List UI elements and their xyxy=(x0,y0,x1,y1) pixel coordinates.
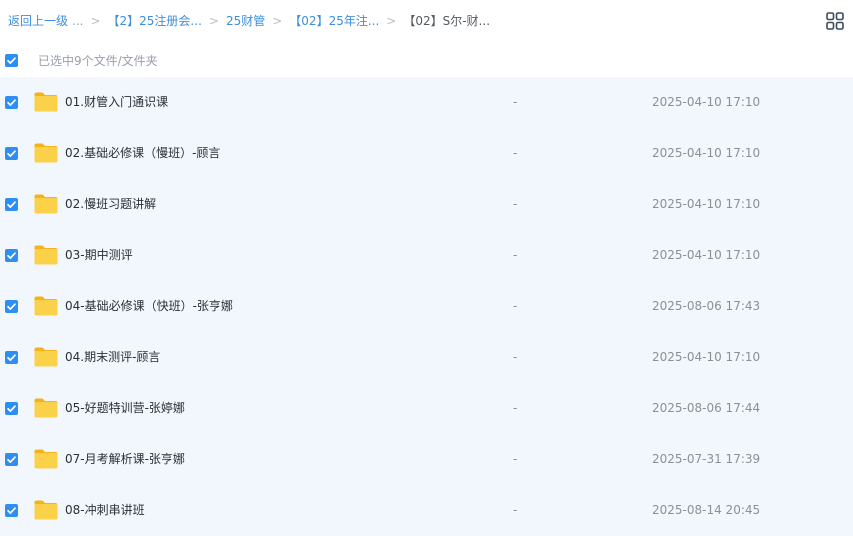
folder-icon xyxy=(34,92,58,112)
folder-icon xyxy=(34,500,58,520)
breadcrumb-current: 【02】S尔-财... xyxy=(403,14,491,28)
row-checkbox[interactable] xyxy=(5,453,18,466)
file-date: 2025-08-06 17:44 xyxy=(652,401,761,415)
row-checkbox[interactable] xyxy=(5,249,18,262)
file-name[interactable]: 04-基础必修课（快班）-张亨娜 xyxy=(65,297,233,315)
breadcrumb: 返回上一级 ... > 【2】25注册会... > 25财管 > 【02】25年… xyxy=(8,12,490,30)
breadcrumb-item-3[interactable]: 【02】25年注... xyxy=(289,12,379,30)
breadcrumb-ellipsis[interactable]: ... xyxy=(72,12,83,30)
grid-view-icon[interactable] xyxy=(826,12,844,30)
file-row[interactable]: 07-月考解析课-张亨娜 - 2025-07-31 17:39 xyxy=(0,434,853,485)
file-row[interactable]: 02.慢班习题讲解 - 2025-04-10 17:10 xyxy=(0,179,853,230)
file-size: - xyxy=(513,146,518,160)
chevron-right-icon: > xyxy=(208,14,219,28)
file-date: 2025-04-10 17:10 xyxy=(652,197,761,211)
folder-icon xyxy=(34,398,58,418)
check-icon xyxy=(7,201,16,208)
file-size: - xyxy=(513,95,518,109)
check-icon xyxy=(7,252,16,259)
row-checkbox[interactable] xyxy=(5,402,18,415)
file-size: - xyxy=(513,452,518,466)
file-row[interactable]: 02.基础必修课（慢班）-顾言 - 2025-04-10 17:10 xyxy=(0,128,853,179)
breadcrumb-item-1[interactable]: 【2】25注册会... xyxy=(108,12,202,30)
chevron-right-icon: > xyxy=(386,14,397,28)
file-date: 2025-04-10 17:10 xyxy=(652,146,761,160)
file-date: 2025-07-31 17:39 xyxy=(652,452,761,466)
select-all-checkbox[interactable] xyxy=(5,54,18,67)
file-size: - xyxy=(513,401,518,415)
row-checkbox[interactable] xyxy=(5,147,18,160)
file-date: 2025-04-10 17:10 xyxy=(652,350,761,364)
folder-icon xyxy=(34,194,58,214)
check-icon xyxy=(7,456,16,463)
chevron-right-icon: > xyxy=(90,14,101,28)
check-icon xyxy=(7,303,16,310)
check-icon xyxy=(7,57,16,64)
file-row[interactable]: 01.财管入门通识课 - 2025-04-10 17:10 xyxy=(0,77,853,128)
file-row[interactable]: 04-基础必修课（快班）-张亨娜 - 2025-08-06 17:43 xyxy=(0,281,853,332)
file-size: - xyxy=(513,503,518,517)
file-date: 2025-08-14 20:45 xyxy=(652,503,761,517)
file-name[interactable]: 02.慢班习题讲解 xyxy=(65,195,156,213)
top-bar: 返回上一级 ... > 【2】25注册会... > 25财管 > 【02】25年… xyxy=(0,0,853,42)
selection-bar: 已选中9个文件/文件夹 xyxy=(0,49,853,73)
file-name[interactable]: 01.财管入门通识课 xyxy=(65,93,168,111)
selection-count: 已选中9个文件/文件夹 xyxy=(38,54,158,68)
folder-icon xyxy=(34,245,58,265)
check-icon xyxy=(7,150,16,157)
check-icon xyxy=(7,354,16,361)
row-checkbox[interactable] xyxy=(5,198,18,211)
check-icon xyxy=(7,507,16,514)
file-size: - xyxy=(513,197,518,211)
folder-icon xyxy=(34,449,58,469)
file-name[interactable]: 04.期末测评-顾言 xyxy=(65,348,160,366)
check-icon xyxy=(7,405,16,412)
file-size: - xyxy=(513,248,518,262)
file-size: - xyxy=(513,350,518,364)
row-checkbox[interactable] xyxy=(5,96,18,109)
file-name[interactable]: 03-期中测评 xyxy=(65,246,133,264)
file-name[interactable]: 05-好题特训营-张婷娜 xyxy=(65,399,185,417)
file-name[interactable]: 02.基础必修课（慢班）-顾言 xyxy=(65,144,220,162)
file-row[interactable]: 08-冲刺串讲班 - 2025-08-14 20:45 xyxy=(0,485,853,536)
file-list: 01.财管入门通识课 -2025-04-10 17:10 02.基础必修课（慢班）-… xyxy=(0,77,853,536)
file-date: 2025-08-06 17:43 xyxy=(652,299,761,313)
file-date: 2025-04-10 17:10 xyxy=(652,248,761,262)
file-name[interactable]: 08-冲刺串讲班 xyxy=(65,501,145,519)
file-row[interactable]: 05-好题特训营-张婷娜 - 2025-08-06 17:44 xyxy=(0,383,853,434)
file-date: 2025-04-10 17:10 xyxy=(652,95,761,109)
file-row[interactable]: 03-期中测评 - 2025-04-10 17:10 xyxy=(0,230,853,281)
file-size: - xyxy=(513,299,518,313)
back-link[interactable]: 返回上一级 xyxy=(8,12,68,30)
row-checkbox[interactable] xyxy=(5,300,18,313)
folder-icon xyxy=(34,296,58,316)
chevron-right-icon: > xyxy=(272,14,283,28)
check-icon xyxy=(7,99,16,106)
row-checkbox[interactable] xyxy=(5,504,18,517)
breadcrumb-item-2[interactable]: 25财管 xyxy=(226,12,265,30)
file-row[interactable]: 04.期末测评-顾言 - 2025-04-10 17:10 xyxy=(0,332,853,383)
row-checkbox[interactable] xyxy=(5,351,18,364)
folder-icon xyxy=(34,347,58,367)
file-name[interactable]: 07-月考解析课-张亨娜 xyxy=(65,450,185,468)
folder-icon xyxy=(34,143,58,163)
